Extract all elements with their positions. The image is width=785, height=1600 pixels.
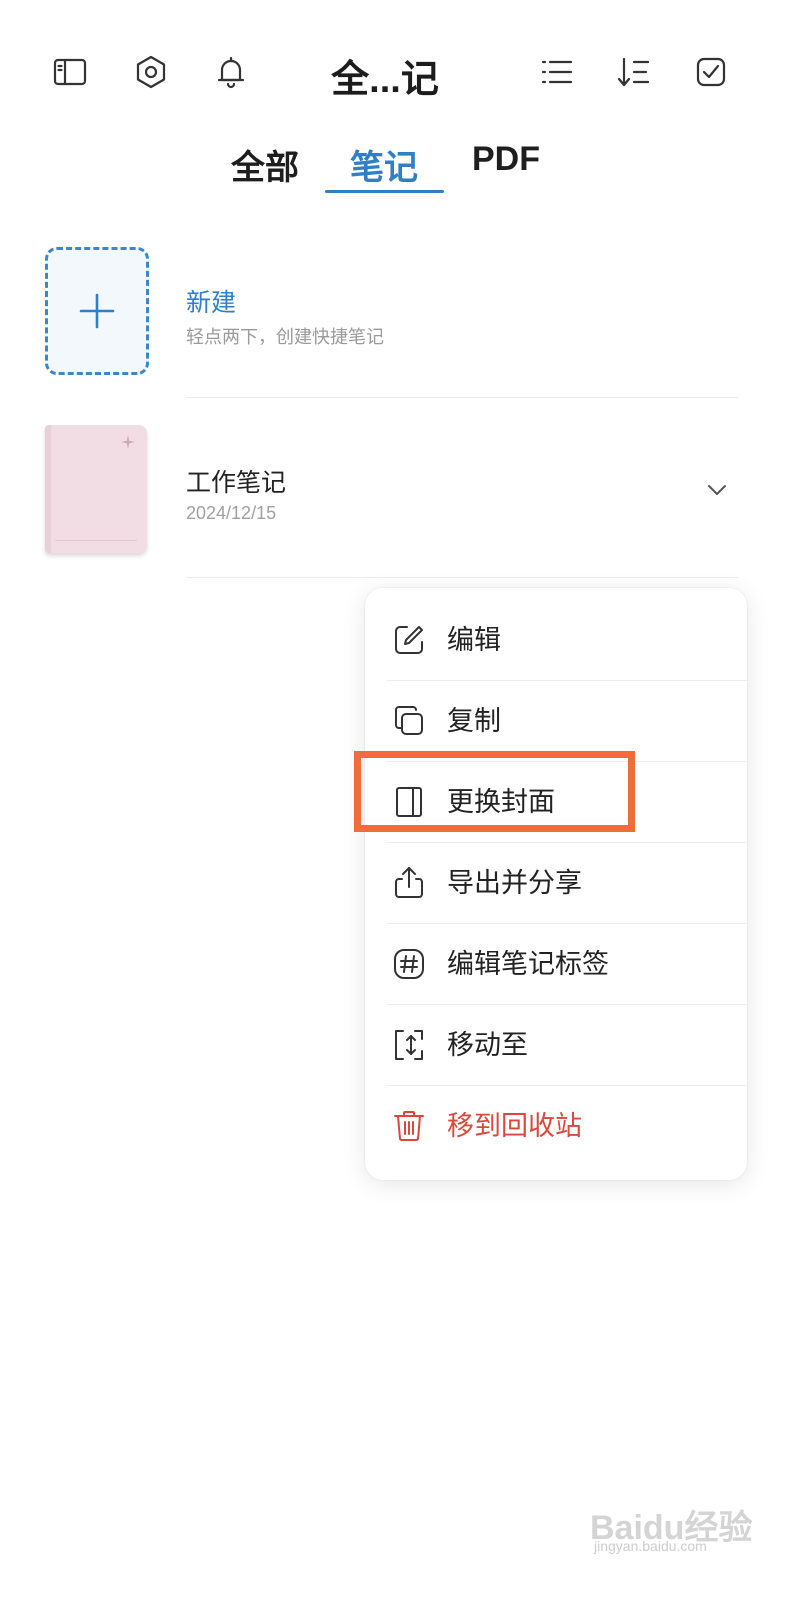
new-note-subtitle: 轻点两下，创建快捷笔记 xyxy=(186,327,384,347)
list-view-icon[interactable] xyxy=(535,50,579,94)
copy-icon xyxy=(395,706,423,735)
tab-notes[interactable]: 笔记 xyxy=(350,140,418,189)
menu-item-label: 复制 xyxy=(447,706,501,736)
notebook-cover-line xyxy=(55,540,137,541)
active-tab-indicator xyxy=(325,190,444,193)
settings-hex-icon[interactable] xyxy=(129,50,173,94)
watermark-url: jingyan.baidu.com xyxy=(594,1538,707,1554)
menu-item-label: 移动至 xyxy=(447,1030,528,1060)
tab-all[interactable]: 全部 xyxy=(231,140,299,189)
menu-item-edit-tags[interactable]: 编辑笔记标签 xyxy=(365,924,747,1005)
highlight-annotation xyxy=(354,751,635,832)
divider xyxy=(186,577,738,578)
menu-item-label: 编辑 xyxy=(447,625,501,655)
note-title[interactable]: 工作笔记 xyxy=(186,463,286,499)
plus-icon xyxy=(79,293,115,329)
menu-item-copy[interactable]: 复制 xyxy=(365,681,747,762)
chevron-down-icon[interactable] xyxy=(703,476,731,504)
trash-icon xyxy=(394,1111,424,1142)
watermark: Baidu经验 jingyan.baidu.com xyxy=(590,1480,770,1560)
note-date: 2024/12/15 xyxy=(186,503,277,523)
hashtag-icon xyxy=(394,949,424,979)
divider xyxy=(186,397,738,398)
edit-icon xyxy=(395,626,423,654)
sparkle-icon xyxy=(121,435,135,449)
menu-item-export-share[interactable]: 导出并分享 xyxy=(365,843,747,924)
page-title: 全...记 xyxy=(331,59,439,101)
sort-icon[interactable] xyxy=(612,50,656,94)
notebook-cover[interactable] xyxy=(45,425,147,553)
menu-item-move-to[interactable]: 移动至 xyxy=(365,1005,747,1086)
move-icon xyxy=(395,1030,423,1060)
bell-icon[interactable] xyxy=(209,50,253,94)
multi-select-icon[interactable] xyxy=(689,50,733,94)
menu-item-edit[interactable]: 编辑 xyxy=(365,600,747,681)
menu-item-label: 导出并分享 xyxy=(447,868,582,898)
context-menu: 编辑 复制 更换封面 导出并分享 编辑笔记标签 移动至 移到回收站 xyxy=(365,588,747,1180)
menu-item-label: 编辑笔记标签 xyxy=(447,949,609,979)
share-icon xyxy=(395,867,423,898)
tab-pdf[interactable]: PDF xyxy=(472,140,540,179)
sidebar-panel-icon[interactable] xyxy=(48,50,92,94)
notebook-spine xyxy=(45,425,51,553)
menu-item-label: 移到回收站 xyxy=(447,1111,582,1141)
new-note-title[interactable]: 新建 xyxy=(186,283,236,319)
menu-item-move-to-trash[interactable]: 移到回收站 xyxy=(365,1086,747,1167)
new-note-button[interactable] xyxy=(45,247,149,375)
